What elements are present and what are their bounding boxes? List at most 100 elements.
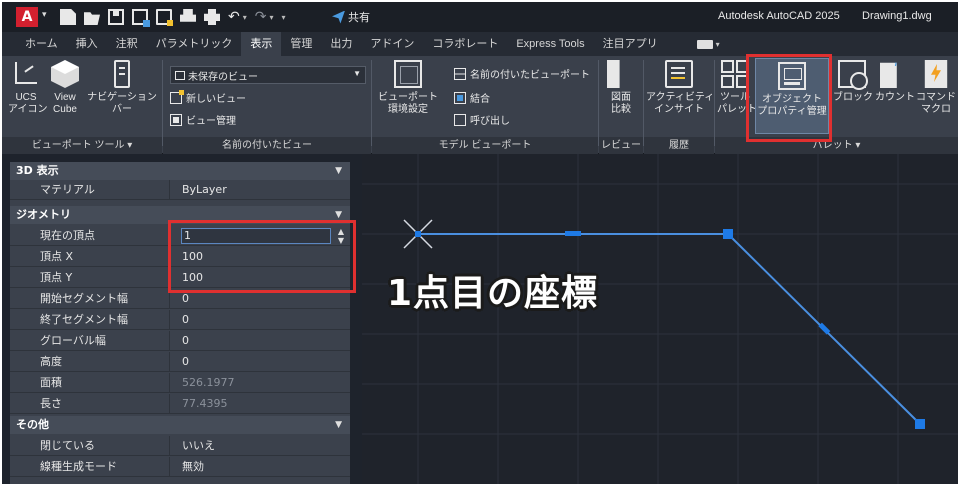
tab-insert[interactable]: 挿入 bbox=[67, 32, 107, 56]
section-3d-display-title: 3D 表示 bbox=[16, 164, 59, 177]
command-macro-icon bbox=[924, 60, 948, 88]
panel-viewport-tools-title[interactable]: ビューポート ツール ▾ bbox=[2, 137, 162, 154]
collapse-icon[interactable]: ▼ bbox=[335, 162, 342, 180]
vertex-2-grip[interactable] bbox=[723, 229, 733, 239]
count-palette-button[interactable]: カウント bbox=[875, 60, 915, 104]
publish-icon[interactable] bbox=[156, 9, 173, 26]
prop-row-end-width[interactable]: 終了セグメント幅 0 bbox=[10, 310, 350, 330]
tab-view[interactable]: 表示 bbox=[241, 32, 282, 56]
save-icon[interactable] bbox=[108, 9, 124, 25]
ribbon-minimize-icon[interactable] bbox=[696, 39, 713, 49]
open-file-icon[interactable] bbox=[84, 12, 100, 25]
new-view-button[interactable]: 新しいビュー bbox=[170, 89, 246, 105]
prop-row-material[interactable]: マテリアル ByLayer bbox=[10, 180, 350, 200]
autocad-logo-icon[interactable]: A bbox=[16, 7, 38, 27]
vertex-3-grip[interactable] bbox=[915, 419, 925, 429]
view-manager-button[interactable]: ビュー管理 bbox=[170, 112, 236, 127]
tab-addins[interactable]: アドイン bbox=[361, 32, 423, 56]
vertex-1-grip[interactable] bbox=[415, 231, 421, 237]
drawing-compare-button[interactable]: 図面 比較 bbox=[603, 60, 639, 116]
prop-value[interactable]: 0 bbox=[180, 331, 346, 351]
highlight-properties-button bbox=[746, 54, 832, 142]
app-menu-caret-icon[interactable]: ▾ bbox=[42, 10, 47, 20]
new-view-icon bbox=[170, 89, 184, 104]
prop-value: 77.4395 bbox=[182, 397, 228, 410]
tab-parametric[interactable]: パラメトリック bbox=[147, 32, 242, 56]
activity-insights-icon bbox=[665, 60, 693, 88]
drawing-area[interactable] bbox=[362, 154, 958, 484]
highlight-vertex-fields bbox=[168, 220, 356, 293]
prop-value[interactable]: 0 bbox=[180, 310, 346, 330]
prop-name: マテリアル bbox=[20, 180, 170, 200]
macro-label-2: マクロ bbox=[921, 104, 951, 115]
view-cube-label-2: Cube bbox=[53, 104, 77, 115]
plot-icon[interactable] bbox=[180, 9, 196, 22]
join-label: 結合 bbox=[470, 94, 490, 105]
selected-polyline[interactable] bbox=[418, 233, 921, 425]
block-label: ブロック bbox=[833, 92, 873, 103]
join-icon bbox=[454, 91, 466, 104]
collapse-icon[interactable]: ▼ bbox=[335, 416, 342, 434]
print-icon[interactable] bbox=[204, 9, 220, 25]
undo-icon[interactable]: ↶ bbox=[228, 9, 240, 25]
compare-label-1: 図面 bbox=[611, 92, 631, 103]
tab-home[interactable]: ホーム bbox=[16, 32, 67, 56]
named-viewports-button[interactable]: 名前の付いたビューポート bbox=[454, 66, 590, 81]
prop-row-global-width[interactable]: グローバル幅 0 bbox=[10, 331, 350, 351]
midpoint-grip-1[interactable] bbox=[565, 231, 581, 236]
insight-label-1: アクティビティ bbox=[646, 92, 715, 103]
navigation-bar-button[interactable]: ナビゲーション バー bbox=[86, 60, 158, 116]
prop-value: 526.1977 bbox=[182, 376, 235, 389]
prop-row-closed[interactable]: 閉じている いいえ bbox=[10, 436, 350, 456]
prop-row-length: 長さ 77.4395 bbox=[10, 394, 350, 414]
midpoint-grip-2[interactable] bbox=[818, 322, 831, 335]
tab-featured-apps[interactable]: 注目アプリ bbox=[594, 32, 667, 56]
macro-label-1: コマンド bbox=[916, 92, 956, 103]
view-manager-icon bbox=[170, 113, 182, 126]
prop-name: 現在の頂点 bbox=[20, 226, 170, 246]
ucs-icon-button[interactable]: UCS アイコン bbox=[8, 60, 48, 116]
activity-insights-button[interactable]: アクティビティ インサイト bbox=[646, 60, 715, 116]
count-label: カウント bbox=[875, 92, 915, 103]
customize-qat-icon[interactable]: ▾ bbox=[282, 13, 286, 22]
section-geometry-title: ジオメトリ bbox=[16, 208, 71, 221]
prop-value[interactable]: ByLayer bbox=[180, 180, 346, 200]
section-misc[interactable]: その他 ▼ bbox=[10, 416, 350, 434]
tab-output[interactable]: 出力 bbox=[321, 32, 361, 56]
view-select-dropdown[interactable]: 未保存のビュー ▼ bbox=[170, 66, 366, 84]
tab-annotate[interactable]: 注釈 bbox=[107, 32, 147, 56]
prop-value[interactable]: いいえ bbox=[180, 436, 346, 456]
grid bbox=[362, 154, 958, 484]
command-macro-button[interactable]: コマンド マクロ bbox=[916, 60, 956, 116]
redo-icon[interactable]: ↷ bbox=[255, 9, 267, 25]
insight-label-2: インサイト bbox=[654, 104, 704, 115]
share-icon bbox=[332, 10, 345, 24]
prop-row-linetype-generation[interactable]: 線種生成モード 無効 bbox=[10, 457, 350, 477]
section-misc-title: その他 bbox=[16, 418, 49, 431]
new-file-icon[interactable] bbox=[60, 9, 76, 25]
tab-collaborate[interactable]: コラボレート bbox=[423, 32, 507, 56]
prop-value[interactable]: 0 bbox=[180, 352, 346, 372]
panel-model-viewports: ビューポート 環境設定 名前の付いたビューポート 結合 呼び出し モデル ビュー… bbox=[372, 56, 598, 154]
view-cube-button[interactable]: View Cube bbox=[48, 60, 82, 116]
count-icon bbox=[880, 62, 897, 88]
undo-caret-icon[interactable]: ▾ bbox=[243, 13, 247, 22]
restore-viewports-button[interactable]: 呼び出し bbox=[454, 112, 510, 127]
app-title: Autodesk AutoCAD 2025 bbox=[718, 10, 840, 22]
section-3d-display[interactable]: 3D 表示 ▼ bbox=[10, 162, 350, 180]
tab-manage[interactable]: 管理 bbox=[281, 32, 321, 56]
nav-bar-label-2: バー bbox=[112, 104, 132, 115]
viewport-config-label-1: ビューポート bbox=[378, 92, 438, 103]
ribbon-minimize-caret-icon[interactable]: ▾ bbox=[716, 40, 720, 49]
save-as-icon[interactable] bbox=[132, 9, 150, 27]
redo-caret-icon[interactable]: ▾ bbox=[269, 13, 273, 22]
tab-express-tools[interactable]: Express Tools bbox=[507, 32, 593, 56]
join-viewports-button[interactable]: 結合 bbox=[454, 90, 490, 105]
document-title: Drawing1.dwg bbox=[862, 10, 932, 22]
properties-palette: 3D 表示 ▼ マテリアル ByLayer ジオメトリ ▼ 現在の頂点 1 ▲ ▼… bbox=[10, 162, 350, 484]
prop-row-elevation[interactable]: 高度 0 bbox=[10, 352, 350, 372]
block-palette-button[interactable]: ブロック bbox=[833, 60, 873, 104]
share-button[interactable]: 共有 bbox=[332, 9, 370, 25]
viewport-config-button[interactable]: ビューポート 環境設定 bbox=[378, 60, 438, 116]
prop-value[interactable]: 無効 bbox=[180, 457, 346, 477]
